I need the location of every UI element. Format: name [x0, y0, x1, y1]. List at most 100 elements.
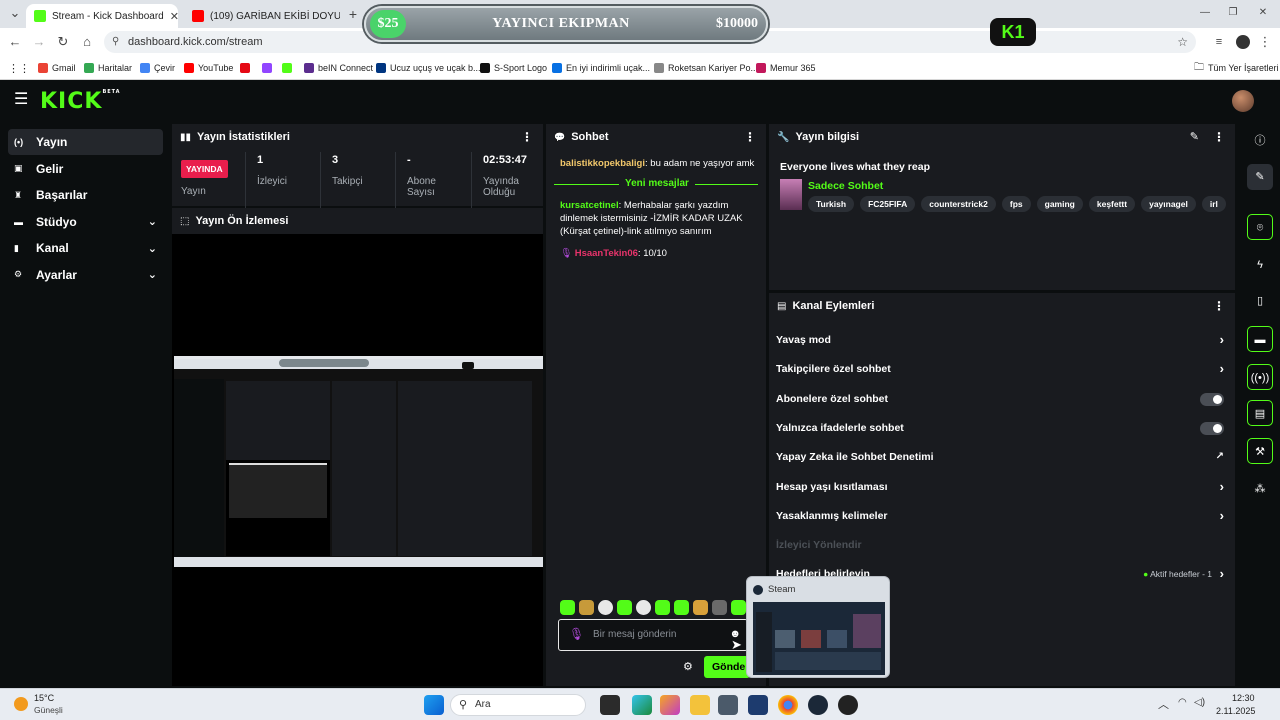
channel-action-row[interactable]: Abonelere özel sohbet: [776, 386, 1228, 412]
chevron-right-icon[interactable]: ›: [1220, 503, 1224, 529]
stream-tag[interactable]: Turkish: [808, 196, 855, 212]
emote-icon[interactable]: [693, 600, 708, 615]
emote-icon[interactable]: [731, 600, 746, 615]
apps-grid-icon[interactable]: ⋮⋮: [8, 60, 30, 76]
home-icon[interactable]: ⌂: [78, 33, 96, 51]
chevron-right-icon[interactable]: ›: [1220, 327, 1224, 353]
media-controls-icon[interactable]: ≡: [1210, 33, 1228, 51]
lightning-icon[interactable]: ϟ: [1247, 252, 1273, 278]
windows-start-icon[interactable]: [424, 695, 444, 715]
channel-action-row[interactable]: Takipçilere özel sohbet ›: [776, 356, 1228, 382]
emote-icon[interactable]: [617, 600, 632, 615]
new-tab-button[interactable]: +: [344, 5, 362, 23]
store-icon[interactable]: [748, 695, 768, 715]
weather-sun-icon[interactable]: [14, 697, 28, 711]
chevron-right-icon[interactable]: ›: [1220, 474, 1224, 500]
stream-tag[interactable]: keşfettt: [1088, 196, 1136, 212]
wifi-icon[interactable]: ◠: [1178, 697, 1187, 708]
profile-icon[interactable]: [1234, 33, 1252, 51]
bookmark-item[interactable]: Ucuz uçuş ve uçak b...: [376, 60, 481, 76]
copilot-icon[interactable]: [660, 695, 680, 715]
emote-icon[interactable]: [712, 600, 727, 615]
bookmark-item[interactable]: YouTube: [184, 60, 233, 76]
sidebar-item-yayın[interactable]: (•) Yayın: [8, 129, 163, 155]
layout-icon[interactable]: ▤: [1247, 400, 1273, 426]
group-icon[interactable]: ⁂: [1247, 476, 1273, 502]
steam-taskbar-icon[interactable]: [808, 695, 828, 715]
app-icon[interactable]: [838, 695, 858, 715]
sidebar-item-stüdyo[interactable]: ▬ Stüdyo ⌄: [8, 209, 163, 235]
edit-pencil-icon[interactable]: ✎: [1247, 164, 1273, 190]
user-avatar[interactable]: [1232, 90, 1254, 112]
all-bookmarks-folder[interactable]: 🗀 Tüm Yer İşaretleri: [1194, 60, 1279, 76]
close-tab-icon[interactable]: ✕: [170, 10, 178, 23]
emote-icon[interactable]: [674, 600, 689, 615]
camera-scan-icon[interactable]: ⌾: [1247, 214, 1273, 240]
site-info-icon[interactable]: ⚲: [112, 31, 119, 53]
tab-search-icon[interactable]: ⌄: [6, 4, 24, 22]
sidebar-item-ayarlar[interactable]: ⚙ Ayarlar ⌄: [8, 262, 163, 288]
stream-tag[interactable]: yayınagel: [1141, 196, 1196, 212]
info-icon[interactable]: ⓘ: [1247, 128, 1273, 154]
task-view-icon[interactable]: [600, 695, 620, 715]
chat-settings-gear-icon[interactable]: ⚙: [683, 660, 693, 673]
category-name[interactable]: Sadece Sohbet: [808, 180, 883, 192]
wrench-icon[interactable]: ⚒: [1247, 438, 1273, 464]
back-icon[interactable]: ←: [6, 33, 24, 51]
tab-youtube[interactable]: (109) GARİBAN EKİBİ DOYURD ✕: [184, 4, 340, 28]
bookmark-item[interactable]: S-Sport Logo: [480, 60, 547, 76]
edit-pencil-icon[interactable]: ✎: [1190, 130, 1199, 143]
sidebar-item-başarılar[interactable]: ♜ Başarılar: [8, 182, 163, 208]
external-link-icon[interactable]: ↗: [1216, 444, 1224, 470]
emote-icon[interactable]: [655, 600, 670, 615]
channel-action-row[interactable]: Yavaş mod ›: [776, 327, 1228, 353]
bookmark-item[interactable]: [262, 60, 272, 76]
stream-tag[interactable]: irl: [1201, 196, 1226, 212]
bookmark-item[interactable]: Çevir: [140, 60, 175, 76]
chevron-down-icon[interactable]: ⌄: [148, 215, 157, 228]
channel-action-row[interactable]: Yasaklanmış kelimeler ›: [776, 503, 1228, 529]
chevron-down-icon[interactable]: ⌄: [148, 242, 157, 255]
emote-icon[interactable]: [579, 600, 594, 615]
sidebar-item-gelir[interactable]: ▣ Gelir: [8, 156, 163, 182]
stream-tag[interactable]: gaming: [1036, 196, 1083, 212]
toggle-switch[interactable]: [1200, 392, 1224, 406]
sidebar-item-kanal[interactable]: ▮ Kanal ⌄: [8, 235, 163, 261]
bookmark-item[interactable]: Roketsan Kariyer Po...: [654, 60, 758, 76]
chrome-icon[interactable]: [778, 695, 798, 715]
bookmark-item[interactable]: [240, 60, 250, 76]
more-options-icon[interactable]: ⋮: [521, 130, 533, 144]
chat-input-box[interactable]: 🎙 Bir mesaj gönderin ☻: [558, 619, 748, 651]
bookmark-item[interactable]: beIN Connect: [304, 60, 373, 76]
chevron-right-icon[interactable]: ›: [1220, 356, 1224, 382]
bookmark-item[interactable]: Gmail: [38, 60, 76, 76]
stream-tag[interactable]: counterstrick2: [921, 196, 996, 212]
preview-video-frame[interactable]: [174, 356, 543, 567]
chat-bubble-icon[interactable]: ▬: [1247, 326, 1273, 352]
category-thumbnail[interactable]: [780, 179, 802, 210]
stream-tag[interactable]: fps: [1001, 196, 1031, 212]
chevron-right-icon[interactable]: ›: [1220, 561, 1224, 587]
toggle-switch[interactable]: [1200, 421, 1224, 435]
bookmark-star-icon[interactable]: ☆: [1177, 31, 1188, 53]
forward-icon[interactable]: →: [30, 33, 48, 51]
chat-options-icon[interactable]: ⋮: [744, 130, 756, 144]
taskbar-search[interactable]: ⚲ Ara: [450, 694, 586, 716]
channel-action-row[interactable]: Hesap yaşı kısıtlaması ›: [776, 474, 1228, 500]
volume-icon[interactable]: ◁): [1194, 697, 1205, 708]
emote-icon[interactable]: [598, 600, 613, 615]
chevron-down-icon[interactable]: ⌄: [148, 268, 157, 281]
bookmark-item[interactable]: En iyi indirimli uçak...: [552, 60, 650, 76]
tray-chevron-icon[interactable]: ︿: [1158, 696, 1169, 712]
channel-actions-options-icon[interactable]: ⋮: [1213, 299, 1225, 313]
edge-browser-icon[interactable]: [632, 695, 652, 715]
file-explorer-icon[interactable]: [690, 695, 710, 715]
emote-icon[interactable]: [636, 600, 651, 615]
tab-kick-dashboard[interactable]: Stream - Kick Dashboard ✕: [26, 4, 178, 28]
kick-logo[interactable]: KICKBETA: [40, 89, 121, 114]
bookmark-item[interactable]: [282, 60, 292, 76]
calculator-icon[interactable]: [718, 695, 738, 715]
close-window-button[interactable]: ✕: [1254, 4, 1272, 22]
chat-username[interactable]: kursatcetinel: [560, 200, 619, 211]
broadcast-icon[interactable]: ((•)): [1247, 364, 1273, 390]
